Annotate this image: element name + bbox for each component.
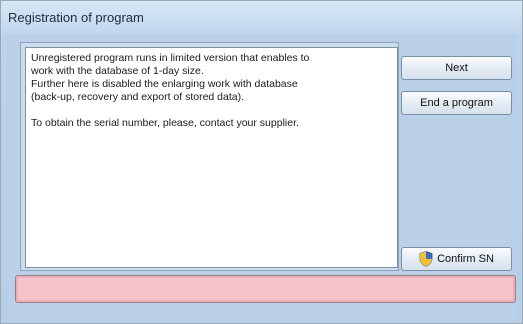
end-program-button-label: End a program xyxy=(420,97,493,109)
confirm-sn-button[interactable]: Confirm SN xyxy=(401,247,512,271)
info-line xyxy=(31,104,392,117)
info-line: To obtain the serial number, please, con… xyxy=(31,117,299,129)
end-program-button[interactable]: End a program xyxy=(401,91,512,115)
window-title: Registration of program xyxy=(8,10,144,25)
info-line: Further here is disabled the enlarging w… xyxy=(31,78,298,90)
dialog-client-area: Unregistered program runs in limited ver… xyxy=(7,35,516,321)
title-bar[interactable]: Registration of program xyxy=(1,1,522,33)
info-frame: Unregistered program runs in limited ver… xyxy=(20,42,399,271)
info-line: (back-up, recovery and export of stored … xyxy=(31,91,245,103)
confirm-sn-button-label: Confirm SN xyxy=(437,253,494,265)
registration-window: Registration of program Unregistered pro… xyxy=(0,0,523,324)
next-button[interactable]: Next xyxy=(401,56,512,80)
next-button-label: Next xyxy=(445,62,468,74)
shield-icon xyxy=(419,251,433,267)
info-line: Unregistered program runs in limited ver… xyxy=(31,52,310,64)
status-message-bar xyxy=(15,275,516,303)
info-text-box: Unregistered program runs in limited ver… xyxy=(25,47,398,268)
info-line: work with the database of 1-day size. xyxy=(31,65,204,77)
